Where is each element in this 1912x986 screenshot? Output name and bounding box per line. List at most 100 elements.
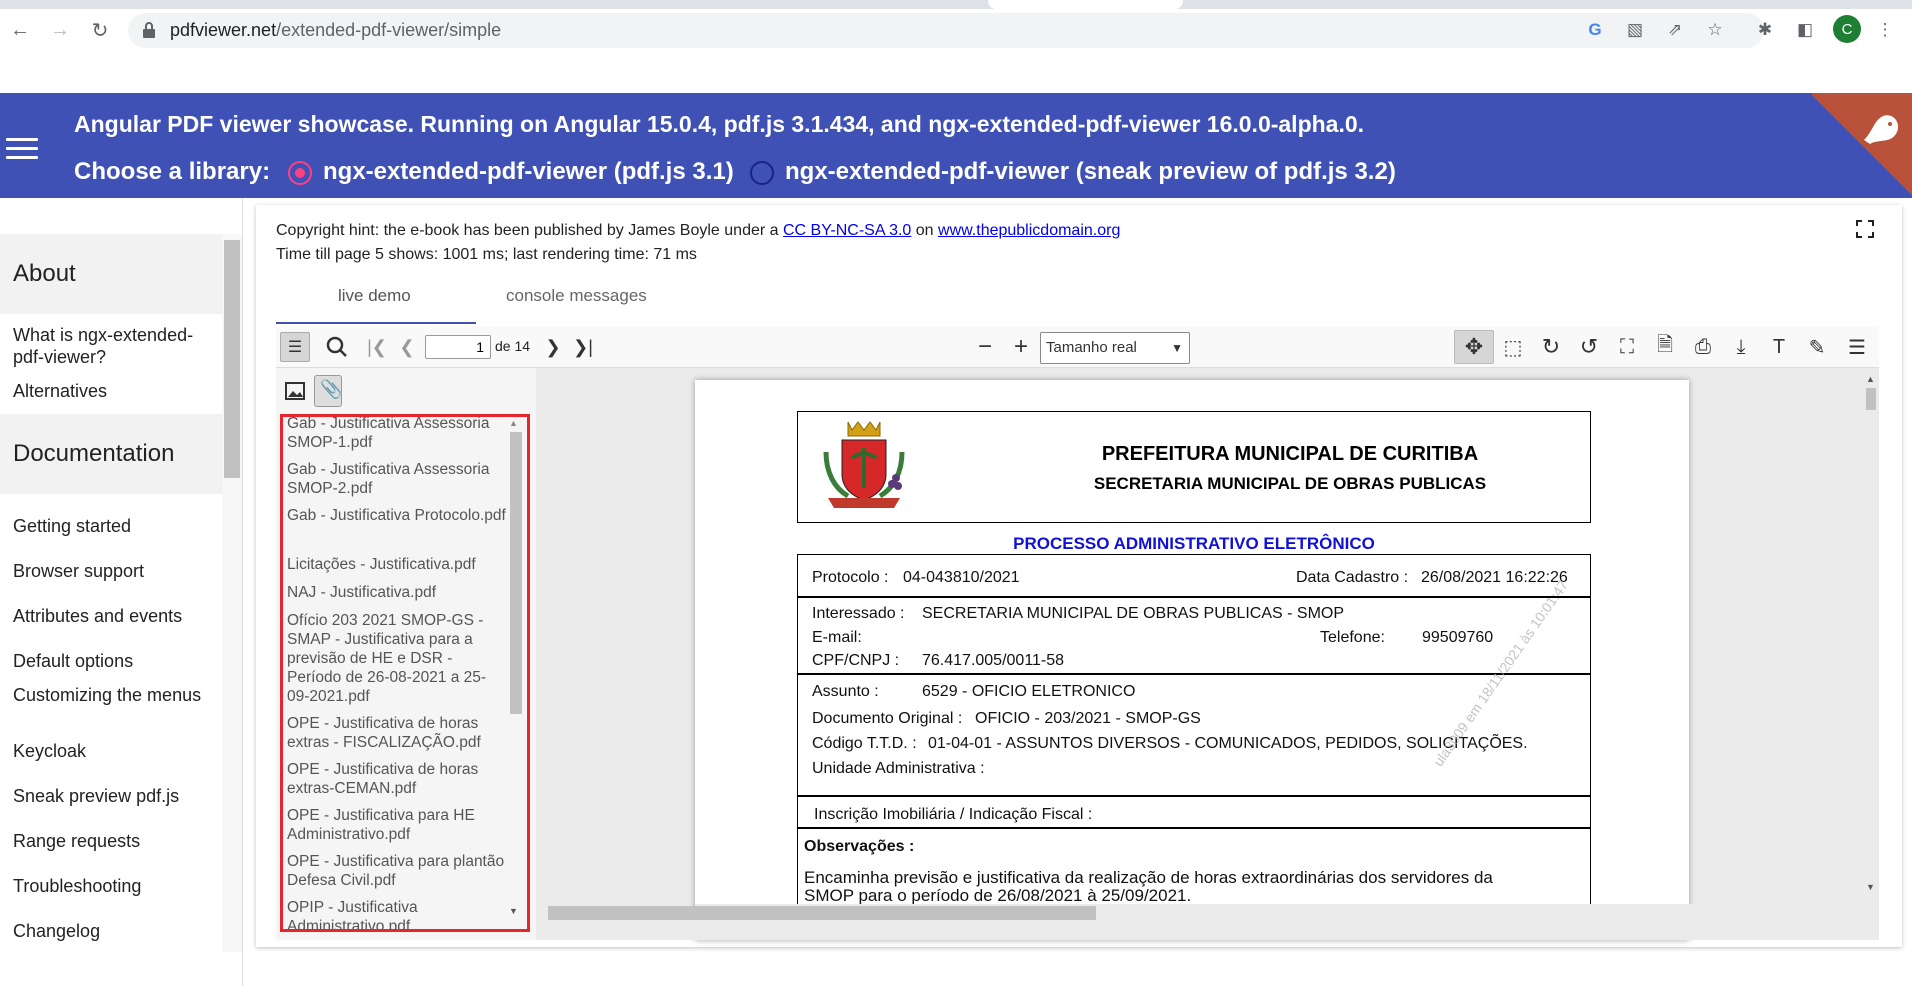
sidebar-section-about[interactable]: About — [0, 234, 222, 314]
download-icon[interactable]: ⤓ — [1726, 332, 1756, 362]
divider — [797, 673, 1591, 675]
sidebar-item-getting-started[interactable]: Getting started — [13, 515, 208, 537]
browser-tab-active[interactable] — [988, 0, 1183, 9]
unidade-label: Unidade Administrativa : — [812, 760, 985, 777]
attachment-item[interactable]: Gab - Justificativa Assessoria SMOP-2.pd… — [287, 460, 507, 498]
attachment-item[interactable]: OPE - Justificativa de horas extras - FI… — [287, 714, 507, 752]
scroll-down-icon[interactable]: ▼ — [509, 906, 518, 916]
library-radio-pdfjs-3-2[interactable] — [750, 161, 774, 185]
inscricao-label: Inscrição Imobiliária / Indicação Fiscal… — [814, 806, 1093, 823]
page-count: de 14 — [495, 338, 531, 354]
zoom-in-icon[interactable]: + — [1006, 332, 1036, 362]
sidebar-item-changelog[interactable]: Changelog — [13, 920, 208, 942]
scroll-up-icon[interactable]: ▲ — [1866, 374, 1875, 384]
back-icon[interactable]: ← — [6, 16, 34, 44]
attachment-item[interactable]: OPIP - Justificativa Administrativo.pdf — [287, 898, 507, 929]
forward-icon[interactable]: → — [46, 16, 74, 44]
page-number-input[interactable] — [425, 335, 491, 359]
url-domain: pdfviewer.net — [170, 20, 277, 40]
select-tool-icon[interactable]: ⬚ — [1498, 332, 1528, 362]
attachment-item[interactable]: NAJ - Justificativa.pdf — [287, 583, 507, 602]
browser-menu-icon[interactable]: ⋮ — [1872, 17, 1898, 43]
attachment-item[interactable]: Ofício 203 2021 SMOP-GS - SMAP - Justifi… — [287, 611, 507, 706]
share-icon[interactable]: ⇗ — [1662, 17, 1688, 43]
sidebar-item-what-is[interactable]: What is ngx-extended-pdf-viewer? — [13, 324, 208, 368]
sidebar-section-documentation[interactable]: Documentation — [0, 414, 222, 494]
library-option-label-1[interactable]: ngx-extended-pdf-viewer (pdf.js 3.1) — [323, 158, 734, 186]
license-link[interactable]: CC BY-NC-SA 3.0 — [783, 222, 911, 239]
sidebar-item-range-requests[interactable]: Range requests — [13, 830, 208, 852]
sidebar-item-sneak-preview[interactable]: Sneak preview pdf.js — [13, 785, 208, 807]
github-octocat-icon[interactable] — [1858, 110, 1902, 150]
data-cadastro-value: 26/08/2021 16:22:26 — [1421, 569, 1568, 586]
hand-tool-icon: ✥ — [1464, 334, 1484, 359]
sidebar-item-default-options[interactable]: Default options — [13, 650, 208, 672]
fullscreen-icon[interactable] — [1856, 220, 1874, 238]
sidebar-toggle-icon[interactable]: ☰ — [280, 332, 310, 362]
search-icon[interactable] — [322, 332, 352, 362]
attachment-item[interactable]: Licitações - Justificativa.pdf — [287, 555, 507, 574]
attachments-scrollbar-thumb[interactable] — [510, 432, 522, 714]
next-page-icon[interactable]: ❯ — [538, 332, 568, 362]
attachment-item[interactable]: Gab - Justificativa Assessoria SMOP-1.pd… — [287, 417, 507, 452]
open-file-icon[interactable]: 🗎 — [1650, 332, 1680, 362]
sidebar-item-troubleshooting[interactable]: Troubleshooting — [13, 875, 208, 897]
zoom-out-icon[interactable]: − — [970, 332, 1000, 362]
active-tab-indicator — [276, 322, 476, 324]
url-path: /extended-pdf-viewer/simple — [276, 20, 502, 40]
last-page-icon[interactable]: ❯| — [568, 332, 598, 362]
sidebar-item-customizing-menus[interactable]: Customizing the menus — [13, 684, 208, 706]
observacoes-text-line1: Encaminha previsão e justificativa da re… — [804, 868, 1493, 887]
sidebar-item-attributes-events[interactable]: Attributes and events — [13, 605, 208, 627]
attachment-item[interactable]: Gab - Justificativa Protocolo.pdf — [287, 506, 507, 525]
rotate-clockwise-icon[interactable]: ↻ — [1536, 332, 1566, 362]
thumbnails-icon[interactable] — [284, 380, 306, 402]
presentation-mode-icon[interactable]: ⛶ — [1612, 332, 1642, 362]
first-page-icon[interactable]: |❮ — [362, 332, 392, 362]
hamburger-menu-icon[interactable] — [6, 138, 38, 160]
scroll-down-icon[interactable]: ▼ — [1866, 882, 1875, 892]
horizontal-scrollbar-thumb[interactable] — [548, 906, 1096, 920]
secondary-menu-icon[interactable]: ☰ — [1842, 332, 1872, 362]
zoom-select[interactable]: Tamanho real ▼ — [1040, 332, 1190, 364]
extensions-icon[interactable]: ✱ — [1752, 17, 1778, 43]
profile-avatar[interactable]: C — [1833, 15, 1861, 43]
previous-page-icon[interactable]: ❮ — [392, 332, 422, 362]
curitiba-coat-of-arms-icon — [823, 421, 905, 508]
url-text[interactable]: pdfviewer.net/extended-pdf-viewer/simple — [170, 20, 501, 41]
scroll-up-icon[interactable]: ▲ — [509, 418, 518, 428]
timing-text: Time till page 5 shows: 1001 ms; last re… — [276, 246, 697, 263]
tab-console-messages[interactable]: console messages — [506, 286, 647, 306]
attachment-item[interactable]: OPE - Justificativa de horas extras-CEMA… — [287, 760, 507, 798]
divider — [797, 596, 1591, 598]
attachment-item[interactable]: OPE - Justificativa para HE Administrati… — [287, 806, 507, 844]
google-icon[interactable]: G — [1582, 17, 1608, 43]
viewer-vertical-scrollbar-thumb[interactable] — [1866, 388, 1876, 410]
draw-editor-icon[interactable]: ✎ — [1802, 332, 1832, 362]
sidebar-scrollbar-thumb[interactable] — [224, 240, 240, 478]
reload-icon[interactable]: ↻ — [86, 16, 114, 44]
sidebar-item-browser-support[interactable]: Browser support — [13, 560, 208, 582]
cpf-label: CPF/CNPJ : — [812, 652, 900, 669]
translate-icon[interactable]: ▧ — [1622, 17, 1648, 43]
print-icon[interactable]: ⎙ — [1688, 332, 1718, 362]
assunto-value: 6529 - OFICIO ELETRONICO — [922, 683, 1136, 700]
tab-live-demo[interactable]: live demo — [338, 286, 411, 306]
viewer-bottom — [536, 920, 1879, 940]
lock-icon[interactable] — [142, 21, 156, 39]
sidebar-item-alternatives[interactable]: Alternatives — [13, 380, 208, 402]
doc-original-value: OFICIO - 203/2021 - SMOP-GS — [975, 710, 1201, 727]
library-radio-pdfjs-3-1[interactable] — [288, 161, 312, 185]
side-panel-icon[interactable]: ◧ — [1792, 17, 1818, 43]
sidebar-item-keycloak[interactable]: Keycloak — [13, 740, 208, 762]
copyright-text: Copyright hint: the e-book has been publ… — [276, 222, 783, 239]
library-option-label-2[interactable]: ngx-extended-pdf-viewer (sneak preview o… — [785, 158, 1396, 186]
bookmark-star-icon[interactable]: ☆ — [1702, 17, 1728, 43]
org-name: PREFEITURA MUNICIPAL DE CURITIBA — [1101, 443, 1479, 465]
publicdomain-link[interactable]: www.thepublicdomain.org — [938, 222, 1120, 239]
attachments-list: Gab - Justificativa Assessoria SMOP-1.pd… — [280, 414, 530, 932]
rotate-counterclockwise-icon[interactable]: ↺ — [1574, 332, 1604, 362]
text-editor-icon[interactable]: T — [1764, 332, 1794, 362]
attachment-item[interactable]: OPE - Justificativa para plantão Defesa … — [287, 852, 507, 890]
interessado-value: SECRETARIA MUNICIPAL DE OBRAS PUBLICAS -… — [922, 605, 1345, 622]
